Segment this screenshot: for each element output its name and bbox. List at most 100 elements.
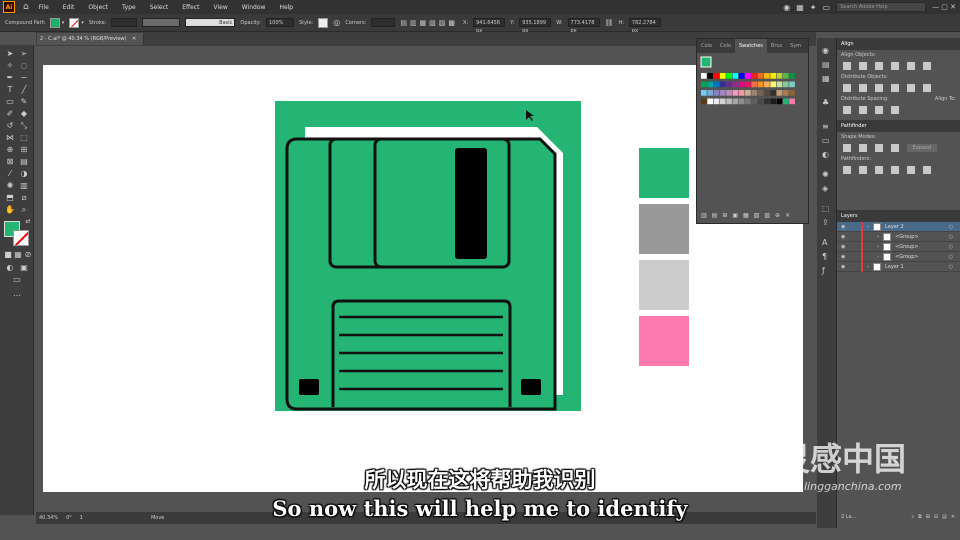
align-icons[interactable]: ▤▥▦▧▨▩ xyxy=(400,19,458,27)
swatch-cell[interactable] xyxy=(732,81,739,88)
gradient-panel-icon[interactable]: ▭ xyxy=(822,136,830,145)
rotate-tool-icon[interactable]: ↺ xyxy=(5,121,15,131)
menu-help[interactable]: Help xyxy=(275,4,297,11)
opentype-icon[interactable]: ƒ xyxy=(822,266,825,275)
swatch-cell[interactable] xyxy=(764,81,770,88)
mesh-tool-icon[interactable]: ⊠ xyxy=(5,157,15,167)
gradient-mode-icon[interactable]: ▦ xyxy=(13,250,23,260)
stroke-color-icon[interactable] xyxy=(13,230,29,246)
swatch-cell[interactable] xyxy=(707,81,713,88)
tab-color[interactable]: Colo xyxy=(697,43,716,49)
shape-modes-buttons[interactable]: Expand xyxy=(837,142,960,154)
swatch-cell[interactable] xyxy=(745,90,751,96)
swatch-cell[interactable] xyxy=(789,81,795,88)
swatch-cell[interactable] xyxy=(751,81,758,88)
layer-row[interactable]: ◉ › Layer 1 ○ xyxy=(837,261,960,272)
swatch-cell[interactable] xyxy=(770,98,776,105)
y-field[interactable]: 935.1899 px xyxy=(519,18,552,34)
rectangle-tool-icon[interactable]: ▭ xyxy=(5,97,15,107)
distribute-objects-buttons[interactable] xyxy=(837,82,960,94)
swatch-cell[interactable] xyxy=(782,90,789,96)
swatch-cell[interactable] xyxy=(789,73,795,79)
menu-edit[interactable]: Edit xyxy=(59,4,79,11)
scale-tool-icon[interactable]: ⤡ xyxy=(19,121,29,131)
swatch-cell[interactable] xyxy=(776,98,783,105)
visibility-eye-icon[interactable]: ◉ xyxy=(841,234,851,240)
swatch-cell[interactable] xyxy=(707,73,713,79)
expand-arrow-icon[interactable]: › xyxy=(877,244,879,250)
eyedropper-icon[interactable]: ⁄ xyxy=(5,169,15,179)
swatch-cell[interactable] xyxy=(764,90,770,96)
symbol-sprayer-icon[interactable]: ✺ xyxy=(5,181,15,191)
swatch-cell[interactable] xyxy=(751,73,758,79)
tab-brushes[interactable]: Brus xyxy=(767,43,786,49)
export-icon[interactable]: ⇪ xyxy=(822,218,829,227)
home-icon[interactable]: ⌂ xyxy=(23,2,29,12)
curvature-tool-icon[interactable]: ∽ xyxy=(19,73,29,83)
swatch-cell[interactable] xyxy=(757,98,764,105)
screen-mode-icon[interactable]: ▭ xyxy=(12,275,22,285)
swatch-cell[interactable] xyxy=(764,73,770,79)
free-transform-icon[interactable]: ⬚ xyxy=(19,133,29,143)
lightbulb-icon[interactable]: ✦ xyxy=(810,3,817,12)
swatches-footer-icons[interactable]: ▥▤⊞▣▦▧▨⊕✕ xyxy=(701,212,795,219)
target-icon[interactable]: ○ xyxy=(949,224,953,230)
workspace-icon[interactable]: ▭ xyxy=(823,3,831,12)
transform-icon[interactable]: ⬚ xyxy=(822,204,830,213)
transparency-icon[interactable]: ◐ xyxy=(822,150,829,159)
symbols-icon[interactable]: ♣ xyxy=(822,98,829,107)
swatch-cell[interactable] xyxy=(713,98,720,105)
swatch-cell[interactable] xyxy=(701,81,707,88)
swatch-cell[interactable] xyxy=(719,90,726,96)
arrange-icon[interactable]: ▦ xyxy=(796,3,804,12)
selection-tool-icon[interactable]: ➤ xyxy=(5,49,15,59)
layer-name[interactable]: <Group> xyxy=(895,234,919,240)
swatch-cell[interactable] xyxy=(738,90,745,96)
artboard-tool-icon[interactable]: ⬒ xyxy=(5,193,15,203)
swatch-cell[interactable] xyxy=(782,98,789,105)
target-icon[interactable]: ○ xyxy=(949,234,953,240)
line-tool-icon[interactable]: ╱ xyxy=(19,85,29,95)
align-panel-title[interactable]: Align xyxy=(837,38,960,50)
menu-file[interactable]: File xyxy=(35,4,53,11)
layer-row[interactable]: ◉ › <Group> ○ xyxy=(837,251,960,262)
swatch-cell[interactable] xyxy=(732,98,739,105)
swatch-cell[interactable] xyxy=(713,81,720,88)
artwork[interactable] xyxy=(43,65,803,492)
active-fill-swatch[interactable] xyxy=(700,56,712,68)
menu-object[interactable]: Object xyxy=(84,4,112,11)
expand-arrow-icon[interactable]: › xyxy=(877,254,879,260)
shaper-tool-icon[interactable]: ✐ xyxy=(5,109,15,119)
tab-symbols[interactable]: Sym xyxy=(786,43,805,49)
direct-selection-tool-icon[interactable]: ➢ xyxy=(19,49,29,59)
layer-name[interactable]: Layer 1 xyxy=(885,264,904,270)
swatch-cell[interactable] xyxy=(726,90,732,96)
menu-window[interactable]: Window xyxy=(238,4,270,11)
hand-tool-icon[interactable]: ✋ xyxy=(5,205,15,215)
expand-arrow-icon[interactable]: › xyxy=(867,264,869,270)
lasso-icon[interactable]: ◌ xyxy=(19,61,29,71)
paintbrush-icon[interactable]: ✎ xyxy=(19,97,29,107)
draw-mode-icon[interactable]: ◐ xyxy=(5,263,15,273)
perspective-grid-icon[interactable]: ⊞ xyxy=(19,145,29,155)
close-icon[interactable]: ✕ xyxy=(132,36,136,42)
search-input[interactable]: Search Adobe Help xyxy=(836,2,927,12)
type-tool-icon[interactable]: T xyxy=(5,85,15,95)
graph-tool-icon[interactable]: ▥ xyxy=(19,181,29,191)
style-swatch[interactable] xyxy=(318,17,329,28)
document-tab[interactable]: 2 - C.ai* @ 40.34 % (RGB/Preview) ✕ xyxy=(37,33,144,45)
expand-arrow-icon[interactable]: › xyxy=(877,234,879,240)
variable-width-field[interactable] xyxy=(142,18,181,27)
stroke-weight-field[interactable] xyxy=(111,18,138,27)
swatch-cell[interactable] xyxy=(719,98,726,105)
magic-wand-icon[interactable]: ✧ xyxy=(5,61,15,71)
align-objects-buttons[interactable] xyxy=(837,60,960,72)
swatch-cell[interactable] xyxy=(701,73,707,79)
character-icon[interactable]: A xyxy=(822,238,827,247)
swatch-cell[interactable] xyxy=(707,98,713,105)
zoom-tool-icon[interactable]: ⌕ xyxy=(19,205,29,215)
libraries-icon[interactable]: ▤ xyxy=(822,60,830,69)
menu-effect[interactable]: Effect xyxy=(178,4,203,11)
swatch-cell[interactable] xyxy=(776,90,783,96)
swatch-cell[interactable] xyxy=(757,81,764,88)
